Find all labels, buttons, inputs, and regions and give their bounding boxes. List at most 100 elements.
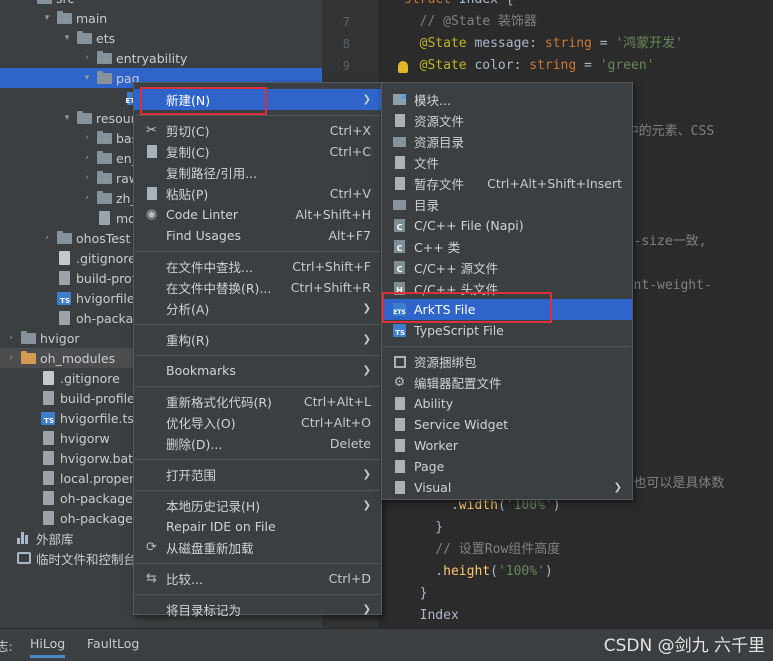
- submenu-arrow-icon: ❯: [362, 303, 371, 314]
- menu-item[interactable]: 资源目录: [382, 131, 632, 152]
- menu-item-shortcut: Delete: [329, 436, 371, 451]
- menu-item-label: 本地历史记录(H): [166, 499, 261, 514]
- menu-item[interactable]: 优化导入(O) Ctrl+Alt+O: [134, 412, 381, 433]
- menu-item[interactable]: C C/C++ File (Napi): [382, 215, 632, 236]
- menu-item[interactable]: 在文件中替换(R)... Ctrl+Shift+R: [134, 277, 381, 298]
- chevron-icon[interactable]: ›: [80, 133, 94, 143]
- menu-item[interactable]: 在文件中查找... Ctrl+Shift+F: [134, 256, 381, 277]
- chevron-icon[interactable]: ▾: [40, 13, 54, 23]
- tree-row-label: 外部库: [36, 531, 74, 547]
- file-icon: [392, 438, 407, 453]
- menu-item[interactable]: 重构(R) ❯: [134, 329, 381, 350]
- file-icon: [40, 471, 56, 485]
- menu-item-label: C/C++ File (Napi): [414, 218, 524, 233]
- menu-item-label: Bookmarks: [166, 363, 236, 378]
- menu-item-shortcut: Ctrl+X: [329, 123, 371, 138]
- menu-item[interactable]: ◉ Code Linter Alt+Shift+H: [134, 204, 381, 225]
- chevron-icon[interactable]: ›: [4, 333, 18, 343]
- menu-item[interactable]: 文件: [382, 152, 632, 173]
- menu-separator: [135, 324, 380, 325]
- code-line[interactable]: .height('100%'): [404, 562, 552, 582]
- tree-row[interactable]: ▾ src: [0, 0, 322, 8]
- menu-item[interactable]: Page: [382, 456, 632, 477]
- menu-item[interactable]: TS TypeScript File: [382, 320, 632, 341]
- code-line[interactable]: @State message: string = '鸿蒙开发': [404, 34, 683, 54]
- tree-row[interactable]: › entryability: [0, 48, 322, 68]
- tab-faultlog[interactable]: FaultLog: [87, 636, 139, 651]
- menu-item[interactable]: Ability: [382, 393, 632, 414]
- new-submenu: 模块... 资源文件 资源目录文件暂存文件 Ctrl+Alt+Shift+Insert…: [381, 82, 633, 500]
- tree-row[interactable]: ▾ ets: [0, 28, 322, 48]
- chevron-icon[interactable]: ▾: [20, 0, 34, 3]
- menu-item[interactable]: 资源文件: [382, 110, 632, 131]
- gear-icon: ⚙: [393, 375, 406, 390]
- menu-item-shortcut: Ctrl+Shift+F: [292, 259, 371, 274]
- chevron-icon[interactable]: ›: [80, 193, 94, 203]
- chevron-icon[interactable]: ›: [80, 153, 94, 163]
- menu-item[interactable]: 暂存文件 Ctrl+Alt+Shift+Insert: [382, 173, 632, 194]
- menu-separator: [135, 355, 380, 356]
- chevron-icon[interactable]: ›: [40, 233, 54, 243]
- menu-item-label: 在文件中查找...: [166, 260, 253, 275]
- folder-icon: [56, 230, 72, 245]
- menu-item-label: 在文件中替换(R)...: [166, 281, 272, 296]
- chevron-icon[interactable]: ▾: [60, 113, 74, 123]
- scratch-icon: [16, 551, 32, 565]
- menu-item[interactable]: 粘贴(P) Ctrl+V: [134, 183, 381, 204]
- menu-item[interactable]: Repair IDE on File: [134, 516, 381, 537]
- menu-item-label: 比较...: [166, 572, 203, 587]
- code-line[interactable]: }: [404, 518, 443, 538]
- menu-item[interactable]: 将目录标记为 ❯: [134, 599, 381, 620]
- submenu-arrow-icon: ❯: [362, 500, 371, 511]
- module-icon: [392, 92, 407, 107]
- menu-item[interactable]: C C/C++ 源文件: [382, 257, 632, 278]
- menu-item[interactable]: 资源捆绑包: [382, 351, 632, 372]
- menu-item[interactable]: 重新格式化代码(R) Ctrl+Alt+L: [134, 391, 381, 412]
- menu-item[interactable]: 模块...: [382, 89, 632, 110]
- folder-icon: [36, 0, 52, 5]
- line-number: 8: [342, 37, 350, 51]
- menu-item[interactable]: 目录: [382, 194, 632, 215]
- menu-item-label: 文件: [414, 156, 440, 171]
- menu-item[interactable]: Service Widget: [382, 414, 632, 435]
- menu-item[interactable]: 本地历史记录(H) ❯: [134, 495, 381, 516]
- file-icon: [40, 451, 56, 465]
- menu-item[interactable]: 打开范围 ❯: [134, 464, 381, 485]
- code-line[interactable]: Index: [404, 606, 459, 626]
- menu-item[interactable]: 复制(C) Ctrl+C: [134, 141, 381, 162]
- menu-item[interactable]: ⇆ 比较... Ctrl+D: [134, 568, 381, 589]
- menu-item[interactable]: Worker: [382, 435, 632, 456]
- menu-item-label: 目录: [414, 198, 440, 213]
- tree-row[interactable]: ▾ main: [0, 8, 322, 28]
- menu-item[interactable]: Find Usages Alt+F7: [134, 225, 381, 246]
- menu-item-shortcut: Ctrl+Alt+O: [301, 415, 371, 430]
- reload-icon: ⟳: [146, 540, 157, 555]
- menu-item-label: 暂存文件: [414, 177, 465, 192]
- menu-item[interactable]: Bookmarks ❯: [134, 360, 381, 381]
- code-line[interactable]: struct Index {: [404, 0, 514, 10]
- tree-row-label: ets: [96, 30, 116, 46]
- tab-hilog[interactable]: HiLog: [30, 636, 66, 658]
- chevron-icon[interactable]: ›: [80, 53, 94, 63]
- menu-item[interactable]: 删除(D)... Delete: [134, 433, 381, 454]
- menu-item[interactable]: ⚙ 编辑器配置文件: [382, 372, 632, 393]
- menu-item[interactable]: 复制路径/引用...: [134, 162, 381, 183]
- chevron-icon[interactable]: ▾: [80, 73, 94, 83]
- chevron-icon[interactable]: ▾: [60, 33, 74, 43]
- menu-item-label: Visual: [414, 480, 452, 495]
- menu-item-label: 分析(A): [166, 302, 210, 317]
- chevron-icon[interactable]: ›: [4, 353, 18, 363]
- menu-item[interactable]: Visual ❯: [382, 477, 632, 498]
- folder-icon: [20, 350, 36, 365]
- code-line[interactable]: // @State 装饰器: [404, 12, 537, 32]
- menu-item[interactable]: C C++ 类: [382, 236, 632, 257]
- chevron-icon[interactable]: ›: [80, 173, 94, 183]
- menu-item[interactable]: ⟳ 从磁盘重新加载: [134, 537, 381, 558]
- folder-icon: [96, 50, 112, 65]
- menu-item[interactable]: ✂ 剪切(C) Ctrl+X: [134, 120, 381, 141]
- menu-item[interactable]: 分析(A) ❯: [134, 298, 381, 319]
- code-line[interactable]: // 设置Row组件高度: [404, 540, 560, 560]
- menu-item-label: 剪切(C): [166, 124, 210, 139]
- code-line[interactable]: }: [404, 584, 428, 604]
- code-line[interactable]: @State color: string = 'green': [404, 56, 655, 76]
